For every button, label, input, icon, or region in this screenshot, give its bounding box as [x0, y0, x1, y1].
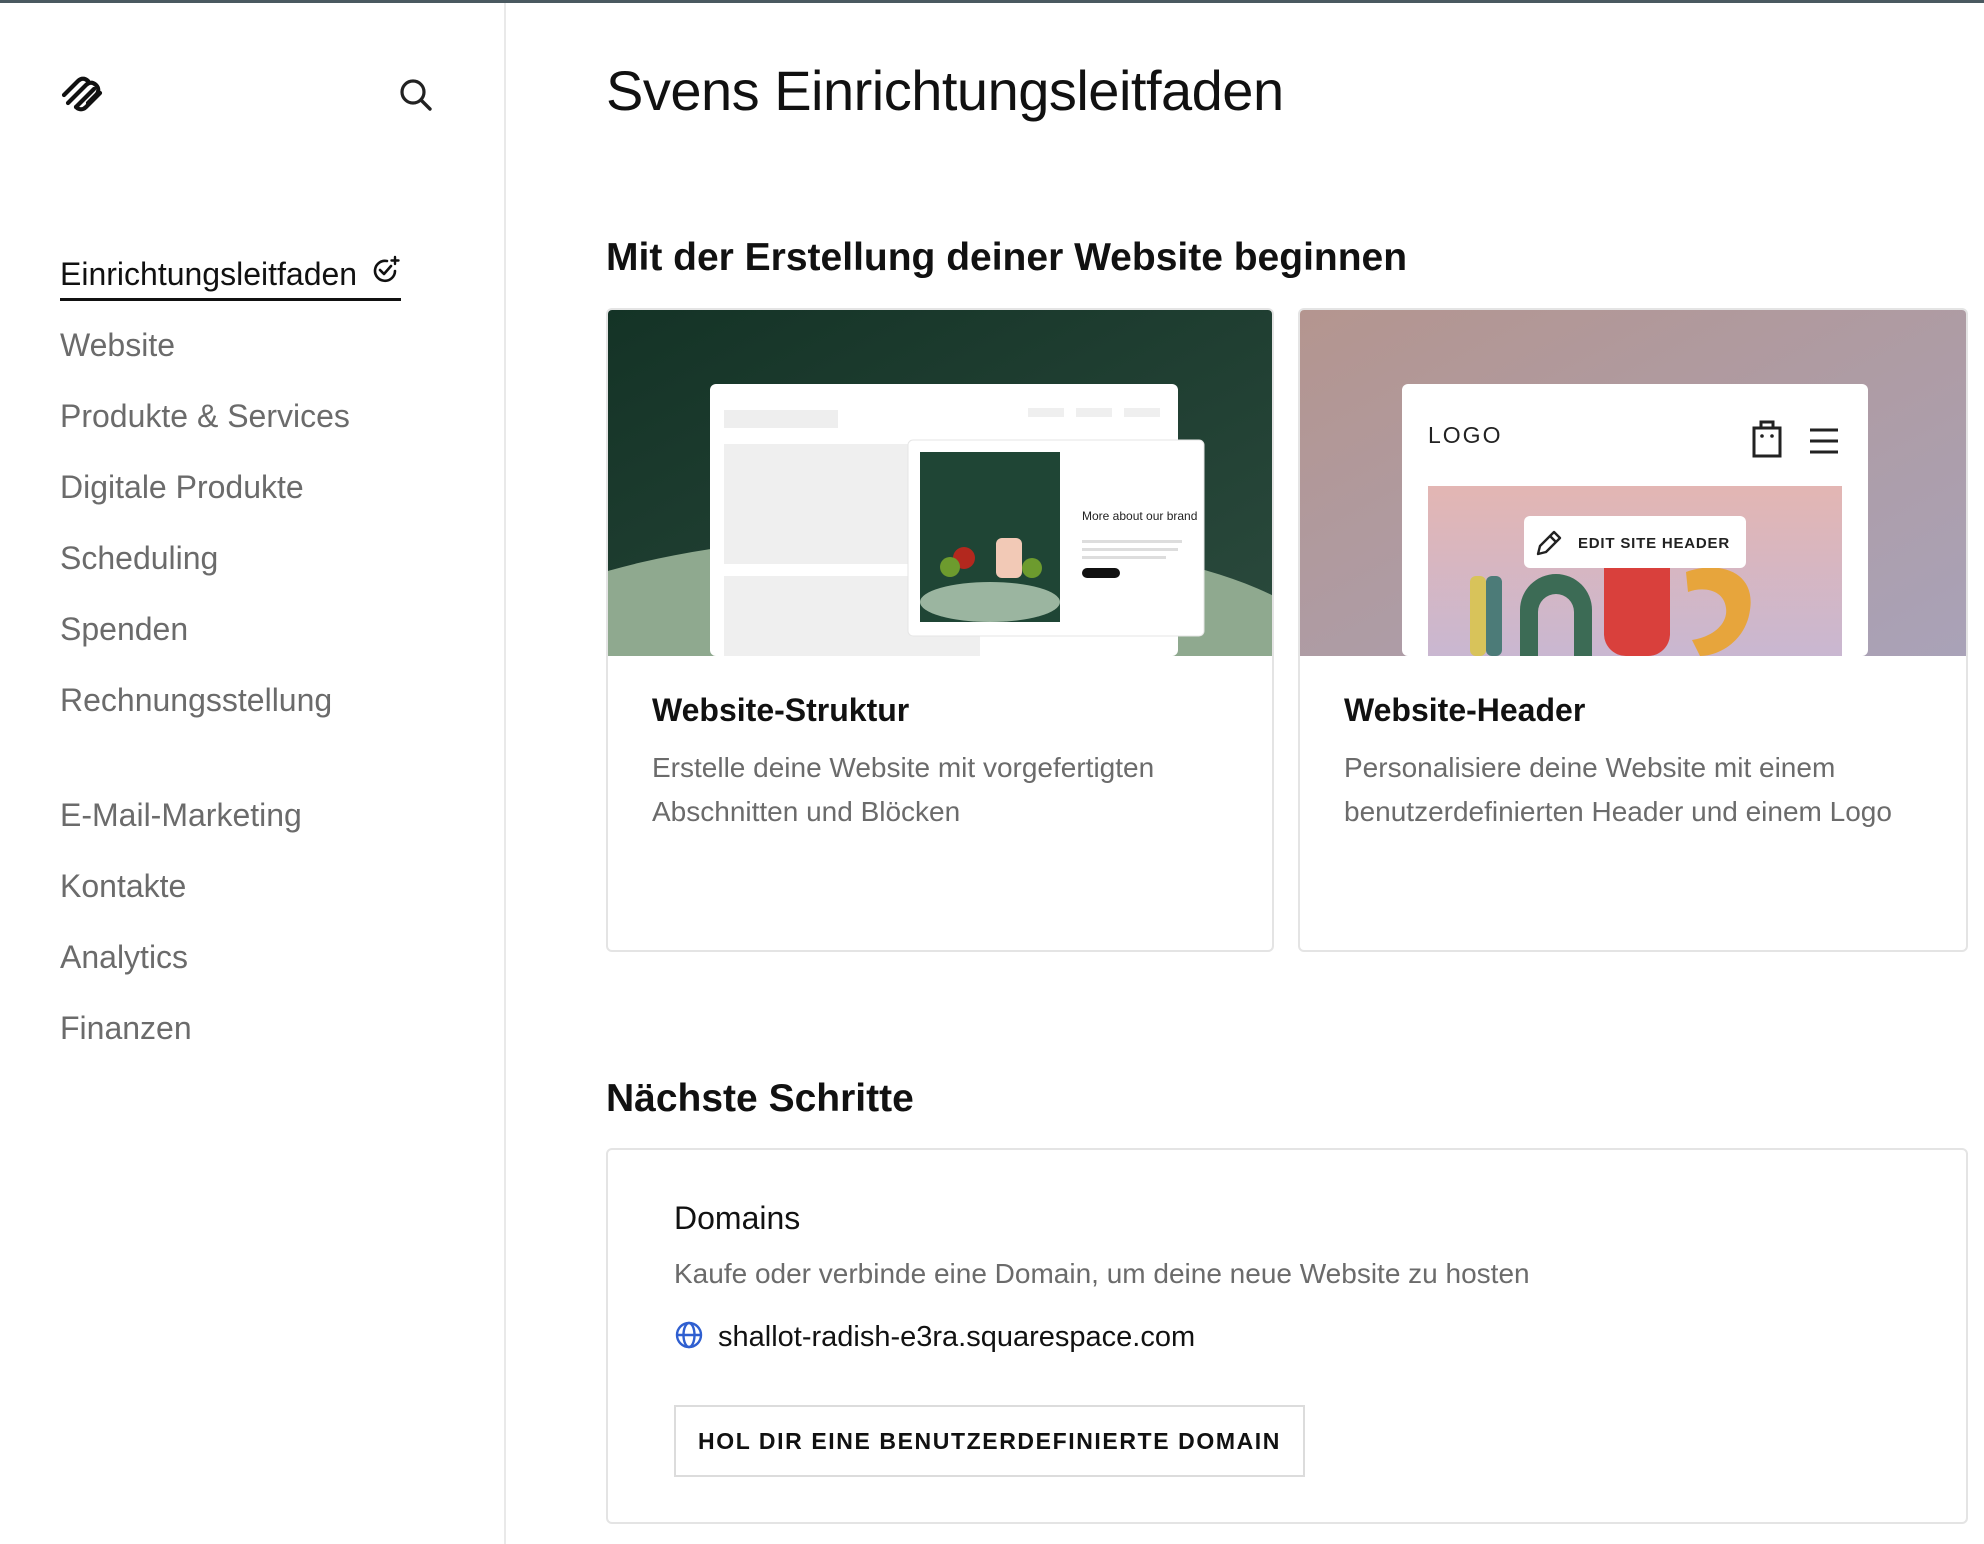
sidebar-item-einrichtungsleitfaden[interactable]: Einrichtungsleitfaden	[60, 248, 480, 319]
website-header-preview: LOGO EDIT SITE HEADER	[1300, 310, 1966, 656]
website-structure-card[interactable]: More about our brand Website-Struktur Er…	[606, 308, 1274, 952]
sidebar-item-produkte-services[interactable]: Produkte & Services	[60, 390, 480, 461]
main-content: Svens Einrichtungsleitfaden Mit der Erst…	[606, 0, 1984, 1544]
domains-card: Domains Kaufe oder verbinde eine Domain,…	[606, 1148, 1968, 1524]
card-description: Erstelle deine Website mit vorgefertigte…	[652, 752, 1155, 827]
section-title-start: Mit der Erstellung deiner Website beginn…	[606, 236, 1408, 279]
card-title: Website-Header	[1344, 692, 1586, 728]
sidebar: Einrichtungsleitfaden Website Produkte &…	[0, 3, 506, 1544]
domain-text: shallot-radish-e3ra.squarespace.com	[718, 1321, 1196, 1353]
card-description: Personalisiere deine Website mit einem b…	[1344, 752, 1892, 827]
section-title-next-steps: Nächste Schritte	[606, 1077, 914, 1120]
website-header-card[interactable]: LOGO EDIT SITE HEADER Website-Header Per…	[1298, 308, 1968, 952]
page-title: Svens Einrichtungsleitfaden	[606, 59, 1284, 122]
sidebar-item-analytics[interactable]: Analytics	[60, 931, 480, 1002]
sidebar-item-website[interactable]: Website	[60, 319, 480, 390]
website-structure-preview: More about our brand	[608, 310, 1272, 656]
current-domain: shallot-radish-e3ra.squarespace.com	[674, 1320, 1195, 1355]
sidebar-item-rechnungsstellung[interactable]: Rechnungsstellung	[60, 674, 480, 745]
preview-heading: More about our brand	[1082, 509, 1197, 523]
search-icon[interactable]	[396, 75, 436, 115]
sidebar-item-e-mail-marketing[interactable]: E-Mail-Marketing	[60, 789, 480, 860]
sidebar-nav: Einrichtungsleitfaden Website Produkte &…	[60, 248, 480, 1073]
squarespace-logo-icon[interactable]	[58, 73, 106, 115]
sidebar-item-label: Einrichtungsleitfaden	[60, 256, 358, 292]
card-title: Website-Struktur	[652, 692, 910, 728]
get-custom-domain-button[interactable]: HOL DIR EINE BENUTZERDEFINIERTE DOMAIN	[674, 1405, 1306, 1477]
domains-title: Domains	[674, 1200, 801, 1236]
sidebar-item-scheduling[interactable]: Scheduling	[60, 532, 480, 603]
edit-site-header-label: EDIT SITE HEADER	[1578, 535, 1730, 552]
sidebar-item-kontakte[interactable]: Kontakte	[60, 860, 480, 931]
checklist-sparkle-icon	[371, 252, 401, 296]
sidebar-item-finanzen[interactable]: Finanzen	[60, 1002, 480, 1073]
preview-logo-text: LOGO	[1428, 422, 1502, 448]
sidebar-item-digitale-produkte[interactable]: Digitale Produkte	[60, 461, 480, 532]
globe-icon	[674, 1320, 704, 1355]
sidebar-item-spenden[interactable]: Spenden	[60, 603, 480, 674]
domains-description: Kaufe oder verbinde eine Domain, um dein…	[674, 1258, 1530, 1289]
